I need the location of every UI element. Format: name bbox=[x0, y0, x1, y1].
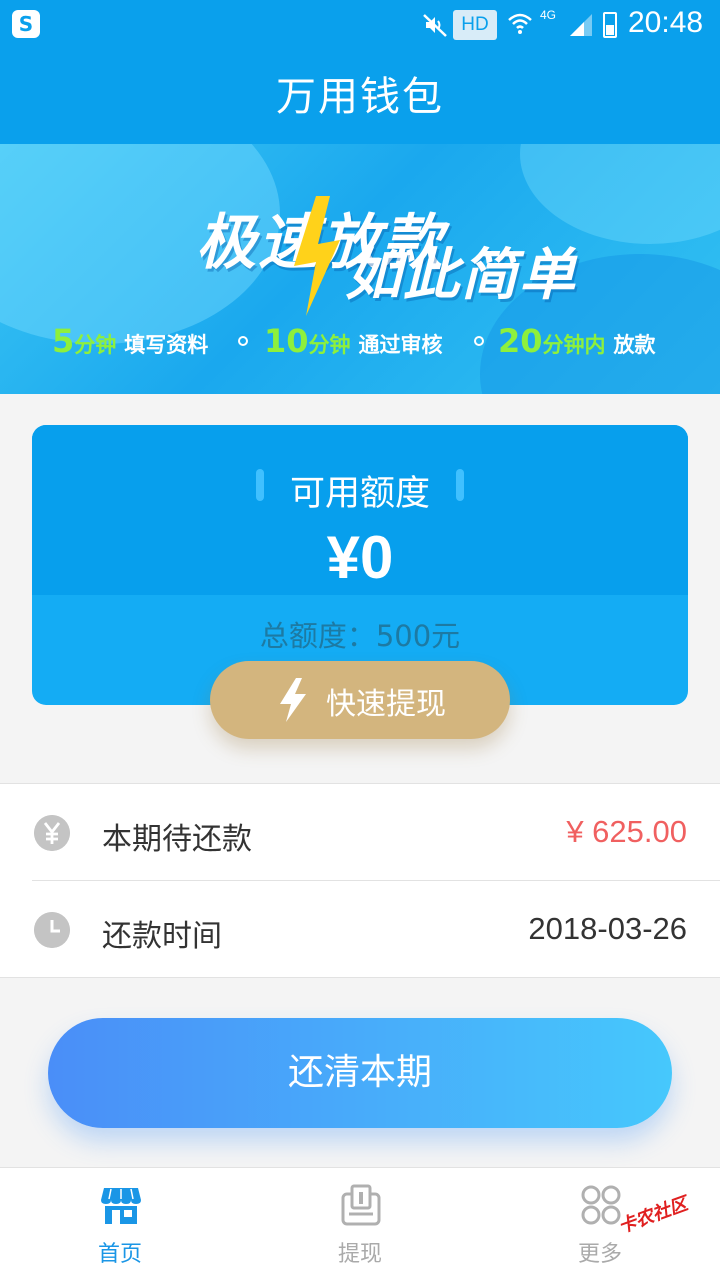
due-amount-value: ¥ 625.00 bbox=[566, 814, 687, 849]
app-notification-icon: S bbox=[12, 10, 40, 38]
due-date-value: 2018-03-26 bbox=[528, 911, 687, 946]
step-number: 10 bbox=[264, 322, 309, 360]
banner-decor bbox=[520, 144, 720, 244]
step-number: 5 bbox=[52, 322, 75, 360]
step-unit: 分钟内 bbox=[542, 333, 606, 357]
nav-item-withdraw[interactable]: 提现 bbox=[240, 1168, 480, 1280]
due-amount-label: 本期待还款 bbox=[102, 822, 252, 857]
available-credit-label: 可用额度 bbox=[289, 474, 430, 514]
quick-withdraw-button[interactable]: 快速提现 bbox=[210, 661, 510, 739]
quick-withdraw-label: 快速提现 bbox=[326, 687, 446, 722]
step-unit: 分钟 bbox=[308, 333, 351, 357]
banner-step: 5分钟 填写资料 bbox=[52, 322, 208, 360]
app-header: 万用钱包 bbox=[0, 50, 720, 144]
lightning-icon bbox=[280, 678, 306, 722]
status-bar: S HD 4G 20:48 bbox=[0, 0, 720, 50]
battery-icon bbox=[603, 12, 617, 38]
nav-item-home[interactable]: 首页 bbox=[0, 1168, 240, 1280]
step-text: 通过审核 bbox=[358, 333, 443, 357]
total-credit-label: 总额度：500元 bbox=[259, 619, 461, 653]
banner-steps: 5分钟 填写资料 10分钟 通过审核 20分钟内 放款 bbox=[52, 322, 692, 362]
step-number: 20 bbox=[498, 322, 543, 360]
yuan-icon bbox=[34, 815, 70, 851]
due-amount-row: 本期待还款 ¥ 625.00 bbox=[0, 784, 720, 881]
lightning-icon bbox=[294, 196, 340, 316]
store-icon bbox=[101, 1188, 141, 1224]
withdraw-icon bbox=[341, 1184, 381, 1226]
banner-step: 10分钟 通过审核 bbox=[264, 322, 443, 360]
repayment-info: 本期待还款 ¥ 625.00 还款时间 2018-03-26 bbox=[0, 783, 720, 978]
signal-icon bbox=[570, 14, 592, 36]
mute-icon bbox=[423, 14, 447, 37]
label-decor bbox=[456, 469, 464, 501]
cell-type-label: 4G bbox=[540, 8, 557, 22]
hd-badge: HD bbox=[453, 10, 497, 40]
clock: 20:48 bbox=[628, 6, 704, 39]
step-text: 放款 bbox=[613, 333, 656, 357]
banner-headline-2: 如此简单 bbox=[345, 243, 577, 308]
nav-label-withdraw: 提现 bbox=[337, 1242, 382, 1267]
repay-current-button[interactable]: 还清本期 bbox=[48, 1018, 672, 1128]
available-credit-amount: ¥0 bbox=[326, 524, 394, 591]
due-date-row: 还款时间 2018-03-26 bbox=[0, 881, 720, 978]
promo-banner[interactable]: 极速放款 如此简单 5分钟 填写资料 10分钟 通过审核 20分钟内 放款 bbox=[0, 144, 720, 394]
step-unit: 分钟 bbox=[74, 333, 117, 357]
nav-label-home: 首页 bbox=[97, 1242, 142, 1267]
step-text: 填写资料 bbox=[124, 333, 209, 357]
step-separator bbox=[474, 336, 484, 346]
wifi-icon bbox=[508, 13, 532, 34]
page-title: 万用钱包 bbox=[276, 74, 444, 120]
step-separator bbox=[238, 336, 248, 346]
bottom-nav: 首页 提现 更多 bbox=[0, 1167, 720, 1280]
due-date-label: 还款时间 bbox=[102, 919, 222, 954]
banner-step: 20分钟内 放款 bbox=[498, 322, 656, 360]
clock-icon bbox=[34, 912, 70, 948]
